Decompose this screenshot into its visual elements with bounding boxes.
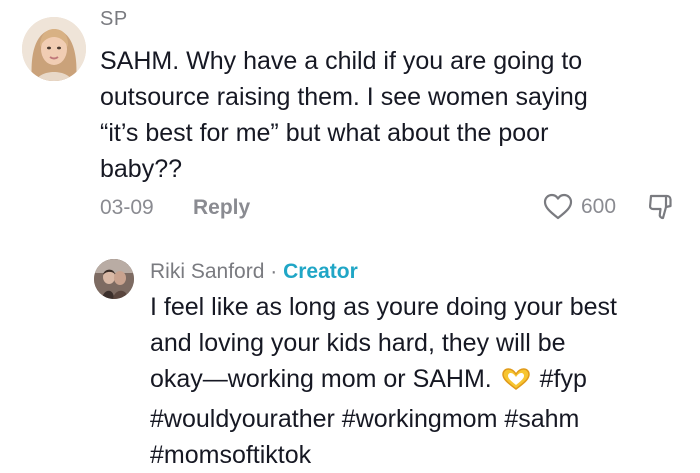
reply-button[interactable]: Reply xyxy=(193,196,250,220)
dislike-button[interactable] xyxy=(646,192,676,227)
reply-line-text: okay—working mom or SAHM. xyxy=(150,365,492,393)
comment-line: baby?? xyxy=(100,155,183,183)
like-button[interactable]: 600 xyxy=(543,193,616,221)
comment-date: 03-09 xyxy=(100,196,154,219)
creator-avatar[interactable] xyxy=(94,259,134,299)
header-separator: · xyxy=(270,260,278,283)
reply-hashtags-line[interactable]: #wouldyourather #workingmom #sahm xyxy=(150,401,690,437)
comment-body: SAHM. Why have a child if you are going … xyxy=(100,43,680,187)
reply-body: I feel like as long as youre doing your … xyxy=(150,289,690,473)
commenter-username[interactable]: SP xyxy=(100,8,128,31)
creator-username[interactable]: Riki Sanford xyxy=(150,260,264,283)
reply-line-with-emoji: okay—working mom or SAHM. #fyp xyxy=(150,361,690,401)
hashtag-fyp[interactable]: #fyp xyxy=(540,365,587,393)
commenter-avatar-image xyxy=(22,17,86,81)
comment-line: outsource raising them. I see women sayi… xyxy=(100,83,588,111)
reply-line: I feel like as long as youre doing your … xyxy=(150,293,617,321)
thumbs-down-icon xyxy=(648,194,672,220)
heart-outline-icon xyxy=(543,193,573,220)
reply-hashtags-line[interactable]: #momsoftiktok xyxy=(150,437,690,473)
heart-hands-emoji xyxy=(501,365,531,401)
comment-line: SAHM. Why have a child if you are going … xyxy=(100,47,583,75)
commenter-avatar[interactable] xyxy=(22,17,86,81)
comment-line: “it’s best for me” but what about the po… xyxy=(100,119,549,147)
reply-line: and loving your kids hard, they will be xyxy=(150,329,566,357)
reply-header: Riki Sanford · Creator xyxy=(150,260,358,284)
creator-avatar-image xyxy=(94,259,134,299)
like-count: 600 xyxy=(581,195,617,218)
creator-badge: Creator xyxy=(283,260,358,283)
